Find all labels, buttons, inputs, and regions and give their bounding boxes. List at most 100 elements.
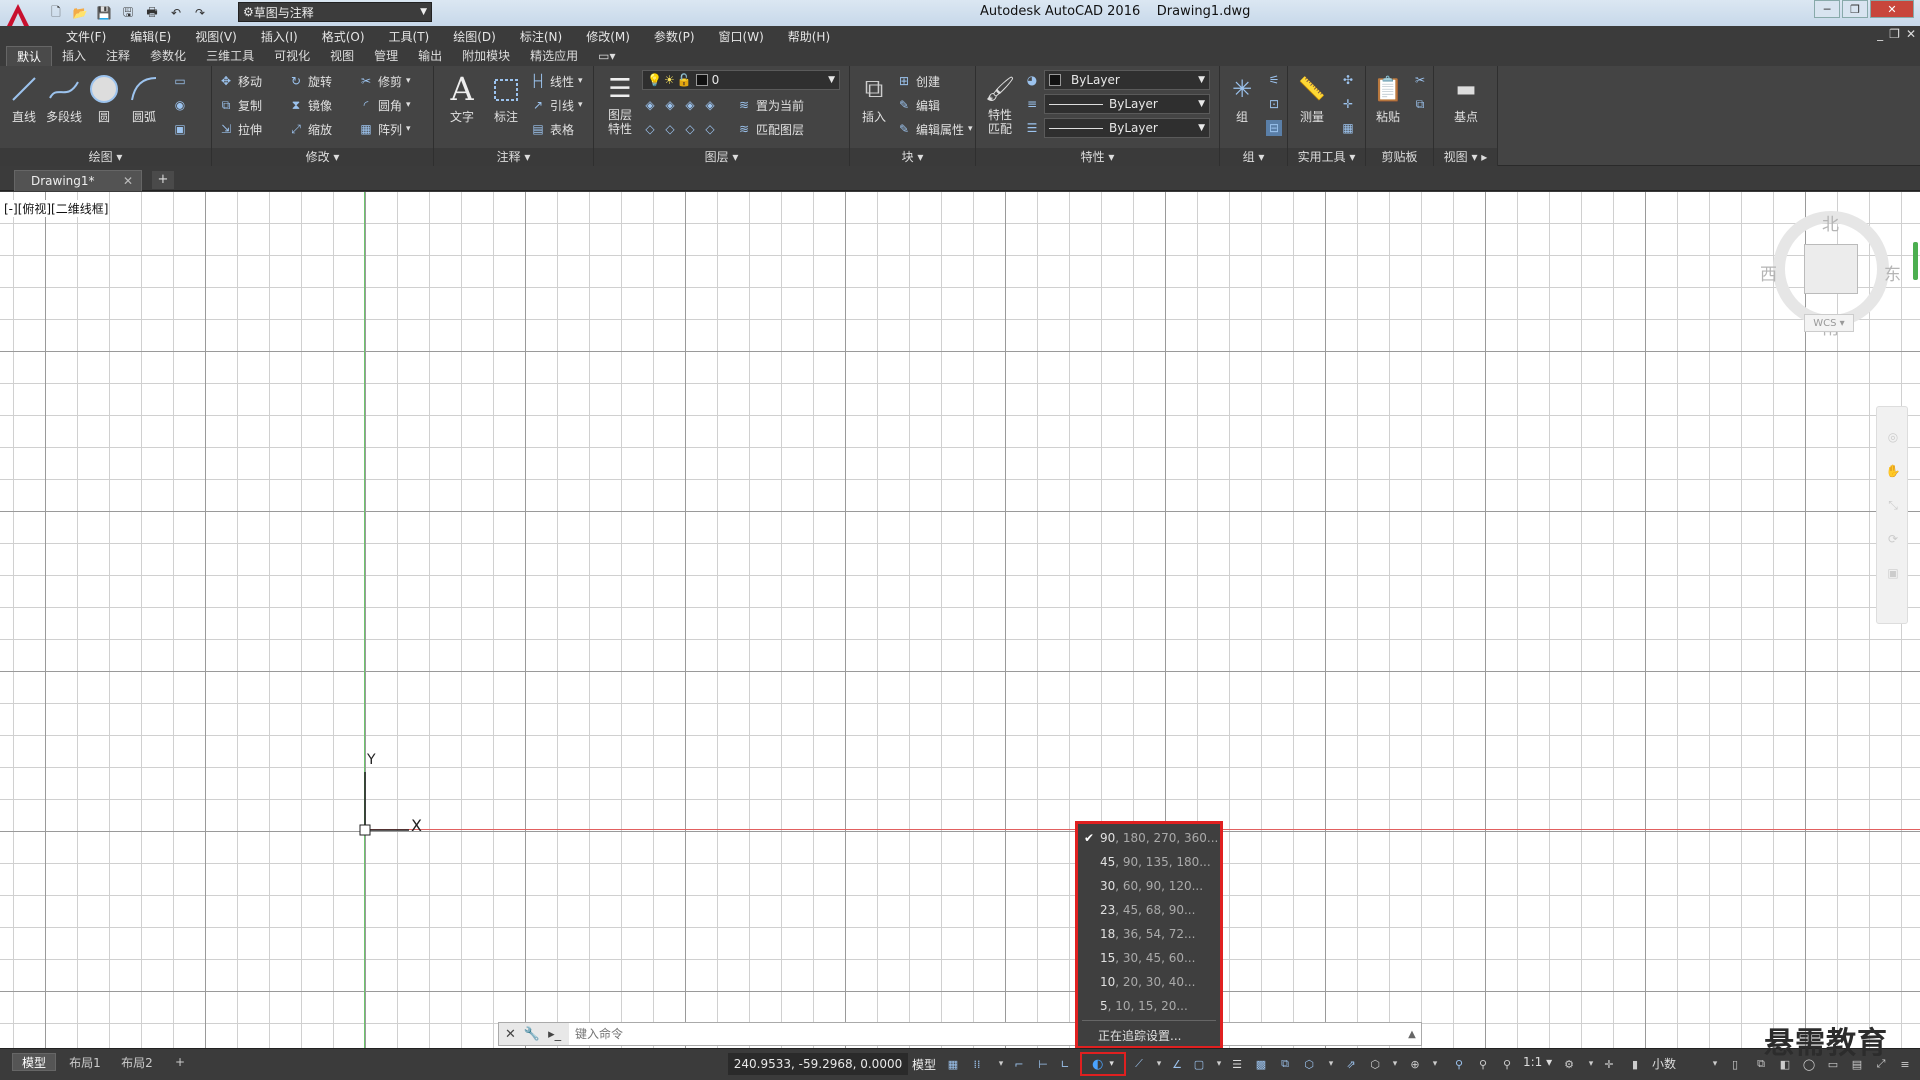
layer-isolate-icon[interactable]: ◈ [662,97,678,113]
units-value[interactable]: 小数 [1652,1055,1676,1072]
menu-icon[interactable]: ≡ [1896,1055,1914,1073]
panel-title-layers[interactable]: 图层 ▾ [594,148,849,166]
print-icon[interactable]: 🖶 [142,4,162,22]
line-button[interactable]: 直线 [2,70,46,125]
ribbon-options-icon[interactable]: ▭▾ [588,46,625,66]
panel-title-groups[interactable]: 组 ▾ [1220,148,1287,166]
annotation-scale-icon[interactable]: ⚲ [1498,1055,1516,1073]
showmotion-icon[interactable]: ▣ [1885,565,1901,581]
polar-option-18[interactable]: 18, 36, 54, 72... [1078,922,1220,946]
undo-icon[interactable]: ↶ [166,4,186,22]
close-tab-icon[interactable]: ✕ [123,174,133,188]
snap-dropdown-icon[interactable]: ▾ [992,1055,1010,1073]
linear-dim-button[interactable]: ├┤ 线性 ▾ [530,70,583,92]
close-button[interactable]: ✕ [1870,0,1914,18]
dimension-button[interactable]: 标注 [484,70,528,125]
dynamic-ucs-icon[interactable]: ⇗ [1342,1055,1360,1073]
object-snap-tracking-icon[interactable]: ∠ [1168,1055,1186,1073]
tab-model[interactable]: 模型 [12,1053,56,1071]
trim-button[interactable]: ✂ 修剪 ▾ [358,70,411,92]
layer-properties-button[interactable]: ☰ 图层 特性 [598,70,642,136]
panel-title-properties[interactable]: 特性 ▾ [976,148,1219,166]
selection-filter-icon[interactable]: ⬡ [1366,1055,1384,1073]
group-button[interactable]: ✳ 组 [1220,70,1264,125]
stretch-button[interactable]: ⇲ 拉伸 [218,118,262,140]
layer-thaw-icon[interactable]: ◇ [682,121,698,137]
3d-osnap-icon[interactable]: ⬡ [1300,1055,1318,1073]
panel-title-clipboard[interactable]: 剪贴板 [1366,148,1433,166]
table-button[interactable]: ▤ 表格 [530,118,574,140]
compass-east[interactable]: 东 [1884,260,1901,285]
text-button[interactable]: A 文字 [440,70,484,125]
quick-properties-icon[interactable]: ▯ [1726,1055,1744,1073]
rotate-button[interactable]: ↻ 旋转 [288,70,332,92]
model-space-button[interactable]: 模型 [912,1053,936,1075]
menu-file[interactable]: 文件(F) [54,28,118,45]
save-icon[interactable]: 💾 [94,4,114,22]
tab-parametric[interactable]: 参数化 [140,46,196,66]
3d-osnap-dropdown-icon[interactable]: ▾ [1322,1055,1340,1073]
polar-tracking-button[interactable]: ◐ ▾ [1080,1052,1126,1076]
lineweight-dropdown[interactable]: ByLayer ▼ [1044,118,1210,138]
canvas-scroll-indicator[interactable] [1913,242,1918,280]
scale-button[interactable]: ⤢ 缩放 [288,118,332,140]
cube-top-face[interactable] [1804,244,1858,294]
tab-manage[interactable]: 管理 [364,46,408,66]
group-edit-icon[interactable]: ⊡ [1266,96,1282,112]
polar-option-23[interactable]: 23, 45, 68, 90... [1078,898,1220,922]
arc-button[interactable]: 圆弧 [122,70,166,125]
tab-view[interactable]: 视图 [320,46,364,66]
insert-block-button[interactable]: ⧉ 插入 [852,70,896,125]
edit-block-button[interactable]: ✎ 编辑 [896,94,940,116]
osnap-dropdown-icon[interactable]: ▾ [1210,1055,1228,1073]
leader-button[interactable]: ↗ 引线 ▾ [530,94,583,116]
array-button[interactable]: ▦ 阵列 ▾ [358,118,410,140]
tab-visualize[interactable]: 可视化 [264,46,320,66]
redo-icon[interactable]: ↷ [190,4,210,22]
compass-north[interactable]: 北 [1822,210,1839,235]
ortho-icon[interactable]: ∟ [1056,1055,1074,1073]
zoom-icon[interactable]: ⤡ [1885,497,1901,513]
tab-layout2[interactable]: 布局2 [114,1053,160,1071]
match-layer-button[interactable]: ≋ 匹配图层 [736,118,804,140]
tab-output[interactable]: 输出 [408,46,452,66]
polar-option-90[interactable]: ✔ 90, 180, 270, 360... [1078,826,1220,850]
minimize-button[interactable]: ─ [1814,0,1840,18]
linetype-dropdown[interactable]: ByLayer ▼ [1044,94,1210,114]
orbit-icon[interactable]: ⟳ [1885,531,1901,547]
hatch-button[interactable]: ◉ [172,94,188,116]
open-file-icon[interactable]: 📂 [70,4,90,22]
infer-constraints-icon[interactable]: ⌐ [1010,1055,1028,1073]
menu-tools[interactable]: 工具(T) [377,28,442,45]
doc-restore-button[interactable]: ❐ [1889,27,1900,41]
layer-off-icon[interactable]: ◈ [642,97,658,113]
selection-cycling-icon[interactable]: ⧉ [1276,1055,1294,1073]
set-current-button[interactable]: ≋ 置为当前 [736,94,804,116]
annotation-monitor-icon[interactable]: ✛ [1600,1055,1618,1073]
menu-insert[interactable]: 插入(I) [249,28,310,45]
close-command-icon[interactable]: ✕ [505,1027,516,1042]
steering-wheel-icon[interactable]: ◎ [1885,429,1901,445]
layer-lock-icon[interactable]: ◈ [702,97,718,113]
wrench-icon[interactable]: 🔧 [524,1027,540,1042]
filter-dropdown-icon[interactable]: ▾ [1386,1055,1404,1073]
color-dropdown[interactable]: ByLayer ▼ [1044,70,1210,90]
tab-insert[interactable]: 插入 [52,46,96,66]
viewcube[interactable]: 北 南 西 东 WCS ▾ [1752,210,1910,378]
create-block-button[interactable]: ⊞ 创建 [896,70,940,92]
circle-button[interactable]: 圆 [82,70,126,125]
fillet-button[interactable]: ◜ 圆角 ▾ [358,94,411,116]
menu-format[interactable]: 格式(O) [310,28,377,45]
coordinates-readout[interactable]: 240.9533, -59.2968, 0.0000 [728,1053,908,1075]
viewport-controls-label[interactable]: [-][俯视][二维线框] [4,200,109,217]
pan-icon[interactable]: ✋ [1885,463,1901,479]
menu-modify[interactable]: 修改(M) [574,28,642,45]
workspace-gear-icon[interactable]: ⚙ [1560,1055,1578,1073]
panel-title-block[interactable]: 块 ▾ [850,148,975,166]
gizmo-dropdown-icon[interactable]: ▾ [1426,1055,1444,1073]
tab-annotate[interactable]: 注释 [96,46,140,66]
snap-icon[interactable]: ⁞⁞ [968,1055,986,1073]
measure-button[interactable]: 📏 测量 [1290,70,1334,125]
panel-title-annotation[interactable]: 注释 ▾ [434,148,593,166]
units-dropdown-icon[interactable]: ▾ [1706,1055,1724,1073]
